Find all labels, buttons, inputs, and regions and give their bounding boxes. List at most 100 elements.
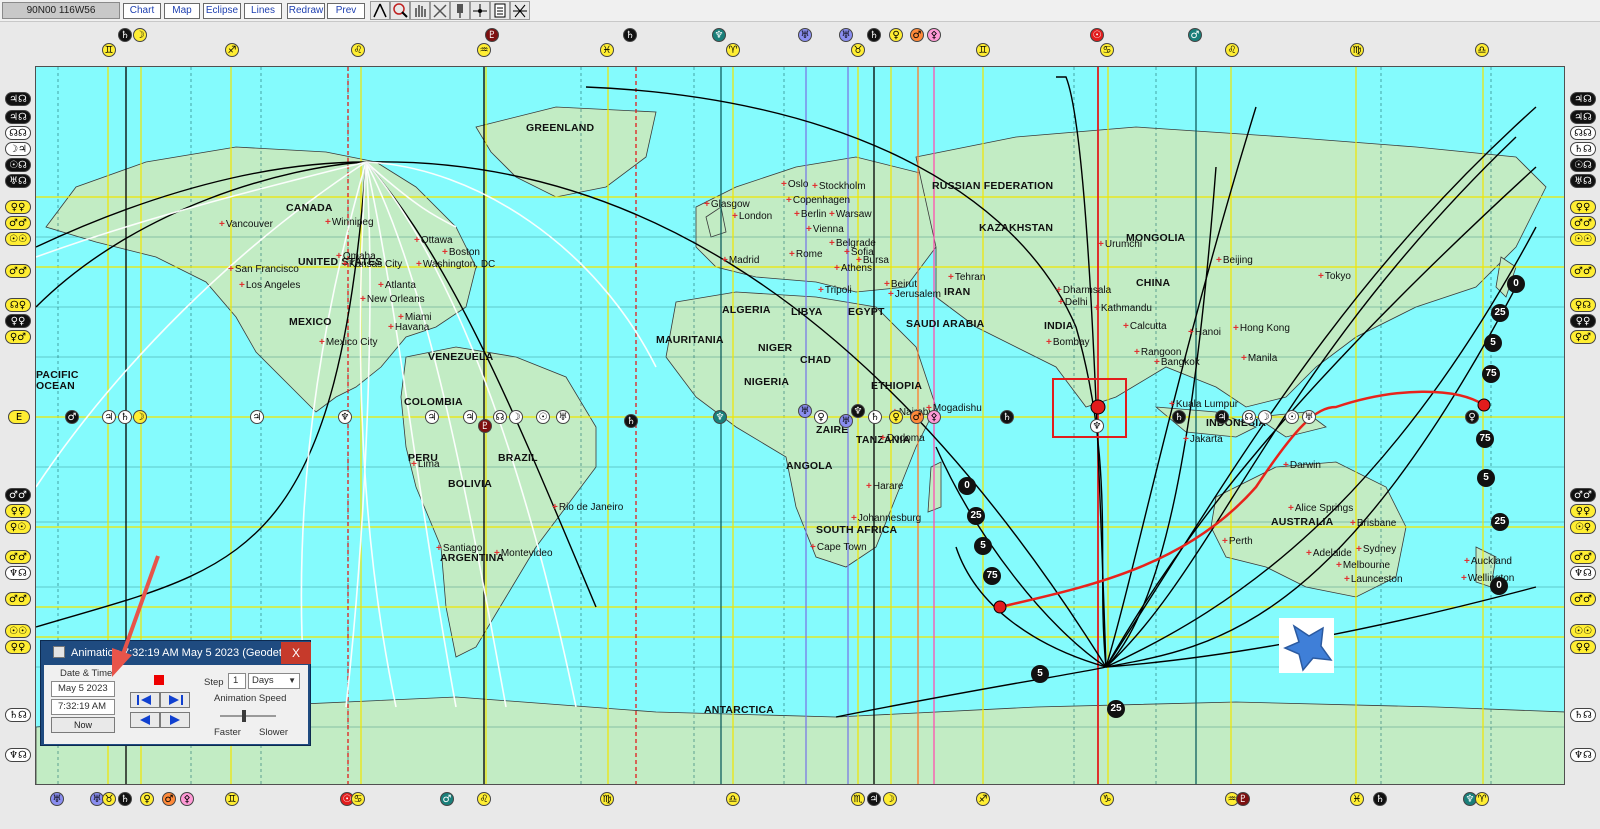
side-glyph-icon[interactable]: ♂♂ — [1570, 550, 1596, 564]
side-glyph-icon[interactable]: ♃☊ — [1570, 110, 1596, 124]
slider-thumb[interactable] — [242, 710, 246, 722]
side-glyph-icon[interactable]: ♀♀ — [5, 640, 31, 654]
side-glyph-icon[interactable]: ☊♀ — [5, 298, 31, 312]
step-unit-select[interactable]: Days ▼ — [248, 673, 300, 689]
play-forward-icon[interactable] — [160, 712, 190, 728]
stop-icon[interactable] — [154, 675, 164, 685]
planet-glyph-icon[interactable]: ♃ — [425, 410, 439, 424]
planet-glyph-icon[interactable]: ⚴ — [927, 410, 941, 424]
planet-glyph-icon[interactable]: ☊ — [493, 410, 507, 424]
planet-glyph-icon[interactable]: ☉ — [1285, 410, 1299, 424]
planet-glyph-icon[interactable]: ♅ — [798, 28, 812, 42]
planet-glyph-icon[interactable]: ♃ — [250, 410, 264, 424]
side-glyph-icon[interactable]: ♀♂ — [5, 330, 31, 344]
side-glyph-icon[interactable]: ♄☊ — [5, 708, 31, 722]
now-button[interactable]: Now — [51, 717, 115, 733]
side-glyph-icon[interactable]: ♀☊ — [1570, 298, 1596, 312]
side-glyph-icon[interactable]: ♀♀ — [1570, 200, 1596, 214]
planet-glyph-icon[interactable]: ♇ — [485, 28, 499, 42]
planet-glyph-icon[interactable]: ♍ — [600, 792, 614, 806]
planet-glyph-icon[interactable]: ☽ — [883, 792, 897, 806]
planet-glyph-icon[interactable]: ♄ — [1000, 410, 1014, 424]
map-button[interactable]: Map — [164, 3, 200, 19]
side-glyph-icon[interactable]: ♆☊ — [5, 748, 31, 762]
side-glyph-icon[interactable]: E — [8, 410, 30, 424]
planet-glyph-icon[interactable]: ♒ — [477, 43, 491, 57]
planet-glyph-icon[interactable]: ♆ — [851, 404, 865, 418]
cross-lines-icon[interactable] — [510, 1, 530, 20]
planet-glyph-icon[interactable]: ♃ — [1215, 410, 1229, 424]
planet-glyph-icon[interactable]: ♄ — [118, 792, 132, 806]
side-glyph-icon[interactable]: ☉☉ — [5, 624, 31, 638]
planet-glyph-icon[interactable]: ♉ — [851, 43, 865, 57]
planet-glyph-icon[interactable]: ♌ — [477, 792, 491, 806]
side-glyph-icon[interactable]: ♂♂ — [1570, 216, 1596, 230]
planet-glyph-icon[interactable]: ♆ — [1090, 419, 1104, 433]
side-glyph-icon[interactable]: ♆☊ — [5, 566, 31, 580]
planet-glyph-icon[interactable]: ☉ — [1090, 28, 1104, 42]
planet-glyph-icon[interactable]: ♅ — [798, 404, 812, 418]
side-glyph-icon[interactable]: ♂♂ — [1570, 264, 1596, 278]
step-value-input[interactable]: 1 — [228, 673, 246, 689]
planet-glyph-icon[interactable]: ♋ — [1100, 43, 1114, 57]
side-glyph-icon[interactable]: ♃☊ — [5, 92, 31, 106]
side-glyph-icon[interactable]: ☽♃ — [5, 142, 31, 156]
planet-glyph-icon[interactable]: ♅ — [50, 792, 64, 806]
side-glyph-icon[interactable]: ♀♀ — [1570, 640, 1596, 654]
planet-glyph-icon[interactable]: ♀ — [814, 410, 828, 424]
planet-glyph-icon[interactable]: ♍ — [1350, 43, 1364, 57]
side-glyph-icon[interactable]: ♂♂ — [1570, 488, 1596, 502]
planet-glyph-icon[interactable]: ♅ — [556, 410, 570, 424]
side-glyph-icon[interactable]: ♂♂ — [5, 550, 31, 564]
planet-glyph-icon[interactable]: ♅ — [1302, 410, 1316, 424]
speed-slider[interactable] — [220, 710, 276, 722]
side-glyph-icon[interactable]: ☉☉ — [5, 232, 31, 246]
planet-glyph-icon[interactable]: ☽ — [133, 28, 147, 42]
planet-glyph-icon[interactable]: ♂ — [65, 410, 79, 424]
planet-glyph-icon[interactable]: ♋ — [351, 792, 365, 806]
prev-button[interactable]: Prev — [327, 3, 365, 19]
planet-glyph-icon[interactable]: ♎ — [1475, 43, 1489, 57]
scissors-icon[interactable] — [430, 1, 450, 20]
planet-glyph-icon[interactable]: ☽ — [1258, 410, 1272, 424]
side-glyph-icon[interactable]: ☊☊ — [5, 126, 31, 140]
side-glyph-icon[interactable]: ♂♂ — [1570, 592, 1596, 606]
chart-button[interactable]: Chart — [123, 3, 161, 19]
hand-icon[interactable] — [410, 1, 430, 20]
planet-glyph-icon[interactable]: ♃ — [463, 410, 477, 424]
planet-glyph-icon[interactable]: ♀ — [889, 410, 903, 424]
step-back-icon[interactable] — [130, 692, 160, 708]
planet-glyph-icon[interactable]: ♓ — [1350, 792, 1364, 806]
side-glyph-icon[interactable]: ♂♂ — [5, 592, 31, 606]
planet-glyph-icon[interactable]: ♈ — [726, 43, 740, 57]
planet-glyph-icon[interactable]: ♄ — [623, 28, 637, 42]
planet-glyph-icon[interactable]: ♄ — [868, 410, 882, 424]
planet-glyph-icon[interactable]: ♆ — [712, 28, 726, 42]
planet-glyph-icon[interactable]: ♑ — [1100, 792, 1114, 806]
planet-glyph-icon[interactable]: ♂ — [1188, 28, 1202, 42]
planet-glyph-icon[interactable]: ♇ — [1236, 792, 1250, 806]
planet-glyph-icon[interactable]: ♃ — [867, 792, 881, 806]
side-glyph-icon[interactable]: ☉♀ — [1570, 520, 1596, 534]
planet-glyph-icon[interactable]: ♐ — [225, 43, 239, 57]
side-glyph-icon[interactable]: ♅☊ — [1570, 174, 1596, 188]
planet-glyph-icon[interactable]: ⚴ — [180, 792, 194, 806]
side-glyph-icon[interactable]: ☉☊ — [5, 158, 31, 172]
planet-glyph-icon[interactable]: ♄ — [624, 414, 638, 428]
side-glyph-icon[interactable]: ♅☊ — [5, 174, 31, 188]
planet-glyph-icon[interactable]: ♄ — [1373, 792, 1387, 806]
planet-glyph-icon[interactable]: ♂ — [910, 28, 924, 42]
planet-glyph-icon[interactable]: ♎ — [726, 792, 740, 806]
planet-glyph-icon[interactable]: ☉ — [536, 410, 550, 424]
planet-glyph-icon[interactable]: ♃ — [102, 410, 116, 424]
pin-icon[interactable] — [450, 1, 470, 20]
side-glyph-icon[interactable]: ♀☉ — [5, 520, 31, 534]
planet-glyph-icon[interactable]: ☽ — [133, 410, 147, 424]
planet-glyph-icon[interactable]: ♊ — [102, 43, 116, 57]
close-button[interactable]: X — [281, 642, 311, 664]
side-glyph-icon[interactable]: ☉☊ — [1570, 158, 1596, 172]
planet-glyph-icon[interactable]: ♊ — [225, 792, 239, 806]
planet-glyph-icon[interactable]: ♓ — [600, 43, 614, 57]
planet-glyph-icon[interactable]: ♈ — [1475, 792, 1489, 806]
planet-glyph-icon[interactable]: ♄ — [867, 28, 881, 42]
